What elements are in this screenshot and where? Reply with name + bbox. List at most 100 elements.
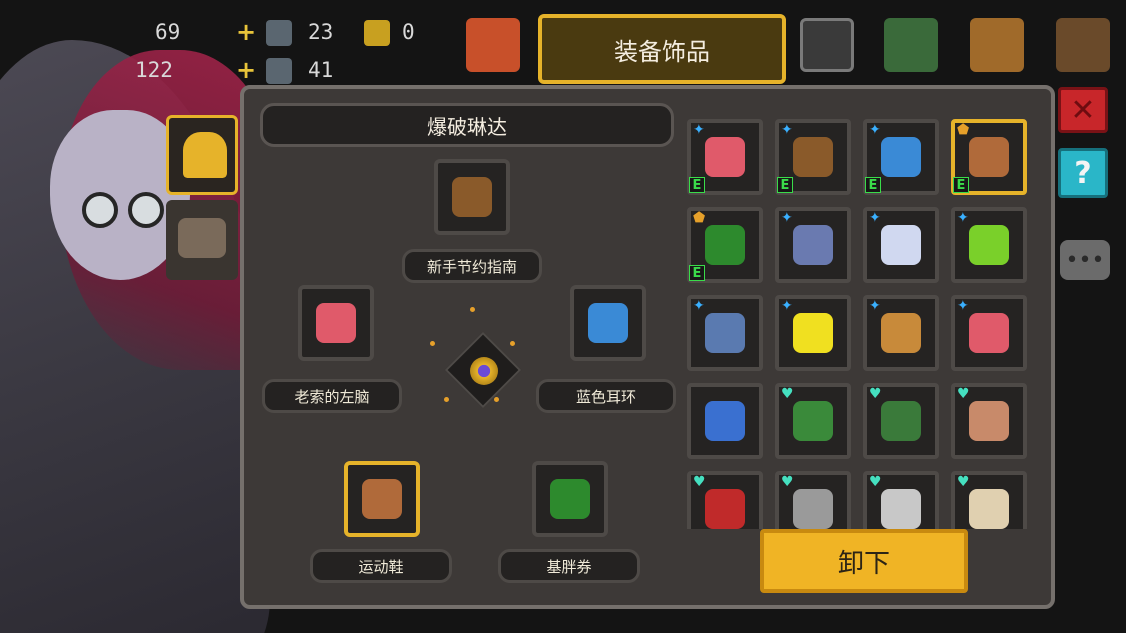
connector-dot xyxy=(470,307,475,312)
inventory-slot[interactable] xyxy=(687,383,763,459)
book-icon xyxy=(793,137,833,177)
close-icon[interactable]: ✕ xyxy=(1058,87,1108,133)
earring-icon xyxy=(588,303,628,343)
slot-bottom-right[interactable] xyxy=(532,461,608,537)
inventory-slot[interactable]: ♥ xyxy=(951,471,1027,529)
add-resource-1-icon[interactable]: + xyxy=(236,18,256,46)
slot-top[interactable] xyxy=(434,159,510,235)
heart-icon: ♥ xyxy=(957,474,970,490)
resource-2-icon xyxy=(266,58,292,84)
add-resource-2-icon[interactable]: + xyxy=(236,56,256,84)
character-glasses xyxy=(82,192,172,232)
inventory-slot[interactable]: ⬟ E xyxy=(951,119,1027,195)
character-name: 爆破琳达 xyxy=(260,103,674,147)
star-icon: ✦ xyxy=(693,122,705,138)
slot-bottom-left[interactable] xyxy=(344,461,420,537)
inventory-slot[interactable]: ♥ xyxy=(775,471,851,529)
inventory-slot[interactable]: ✦ xyxy=(863,295,939,371)
resource-1-count: 23 xyxy=(308,20,334,44)
star-icon: ✦ xyxy=(781,122,793,138)
potion-icon xyxy=(969,225,1009,265)
accessory-bag-icon xyxy=(183,132,227,178)
inventory-slot[interactable]: ♥ xyxy=(775,383,851,459)
inventory-slot[interactable]: ✦ xyxy=(775,207,851,283)
help-icon[interactable]: ? xyxy=(1058,148,1108,198)
resource-3-count: 0 xyxy=(402,20,415,44)
slot-bottom-right-label: 基胖券 xyxy=(498,549,640,583)
shield-icon: ⬟ xyxy=(957,122,970,138)
chest-icon[interactable] xyxy=(970,18,1024,72)
inventory-slot[interactable]: ✦ xyxy=(775,295,851,371)
heart-icon: ♥ xyxy=(781,386,794,402)
shoe-icon xyxy=(969,137,1009,177)
medal-icon xyxy=(881,313,921,353)
helmet-icon xyxy=(793,489,833,529)
star-icon xyxy=(793,313,833,353)
brain-icon xyxy=(705,137,745,177)
tab-accessories[interactable]: 装备饰品 xyxy=(538,14,786,84)
pot-icon xyxy=(881,401,921,441)
earring-icon xyxy=(881,137,921,177)
equipped-badge: E xyxy=(777,177,793,193)
star-icon: ✦ xyxy=(869,298,881,314)
inventory-slot[interactable]: ♥ xyxy=(863,471,939,529)
bone-icon xyxy=(969,489,1009,529)
inventory-slot[interactable]: ♥ xyxy=(863,383,939,459)
connector-dot xyxy=(510,341,515,346)
chat-icon[interactable]: ••• xyxy=(1060,240,1110,280)
tab-accessory-equip[interactable] xyxy=(166,115,238,195)
inventory-slot[interactable]: ✦ E xyxy=(863,119,939,195)
heart-icon: ♥ xyxy=(869,474,882,490)
ghost-icon xyxy=(881,489,921,529)
scroll-icon xyxy=(178,218,226,258)
amulet-gem-icon xyxy=(470,357,498,385)
stat-value-1: 69 xyxy=(155,20,181,44)
coupon-icon xyxy=(550,479,590,519)
inventory-slot[interactable]: ✦ xyxy=(863,207,939,283)
heart-icon: ♥ xyxy=(957,386,970,402)
book-icon xyxy=(452,177,492,217)
inventory-slot[interactable]: ✦ xyxy=(951,207,1027,283)
face-icon xyxy=(969,401,1009,441)
gift-icon[interactable] xyxy=(466,18,520,72)
coupon-icon xyxy=(705,225,745,265)
resource-3-icon xyxy=(364,20,390,46)
inventory-slot[interactable]: ♥ xyxy=(687,471,763,529)
inventory-slot[interactable]: ♥ xyxy=(951,383,1027,459)
heart-icon: ♥ xyxy=(781,474,794,490)
equipped-badge: E xyxy=(689,177,705,193)
resource-2-count: 41 xyxy=(308,58,334,82)
clover-icon xyxy=(793,401,833,441)
inventory-slot[interactable]: ✦ xyxy=(687,295,763,371)
brain-icon xyxy=(316,303,356,343)
equipped-badge: E xyxy=(865,177,881,193)
shop-cart-icon[interactable] xyxy=(800,18,854,72)
slot-top-label: 新手节约指南 xyxy=(402,249,542,283)
connector-dot xyxy=(494,397,499,402)
slot-bottom-left-label: 运动鞋 xyxy=(310,549,452,583)
star-icon: ✦ xyxy=(693,298,705,314)
star-icon: ✦ xyxy=(869,210,881,226)
equipped-badge: E xyxy=(689,265,705,281)
stat-value-2: 122 xyxy=(135,58,173,82)
star-icon: ✦ xyxy=(957,298,969,314)
necklace-icon xyxy=(881,225,921,265)
resource-1-icon xyxy=(266,20,292,46)
star-icon: ✦ xyxy=(957,210,969,226)
book-menu-icon[interactable] xyxy=(1056,18,1110,72)
connector-dot xyxy=(444,397,449,402)
unequip-button[interactable]: 卸下 xyxy=(760,529,968,593)
inventory-slot[interactable]: ✦ xyxy=(951,295,1027,371)
equipped-pane: 爆破琳达 新手节约指南 老索的左脑 蓝色耳环 运动鞋 基胖券 xyxy=(258,99,678,604)
slot-right[interactable] xyxy=(570,285,646,361)
star-icon: ✦ xyxy=(781,298,793,314)
server-icon[interactable] xyxy=(884,18,938,72)
inventory-slot[interactable]: ✦ E xyxy=(775,119,851,195)
slot-left[interactable] xyxy=(298,285,374,361)
tab-secondary[interactable] xyxy=(166,200,238,280)
shoe-icon xyxy=(362,479,402,519)
inventory-slot[interactable]: ✦ E xyxy=(687,119,763,195)
amulet-icon xyxy=(793,225,833,265)
inventory-slot[interactable]: ⬟ E xyxy=(687,207,763,283)
star-icon: ✦ xyxy=(781,210,793,226)
